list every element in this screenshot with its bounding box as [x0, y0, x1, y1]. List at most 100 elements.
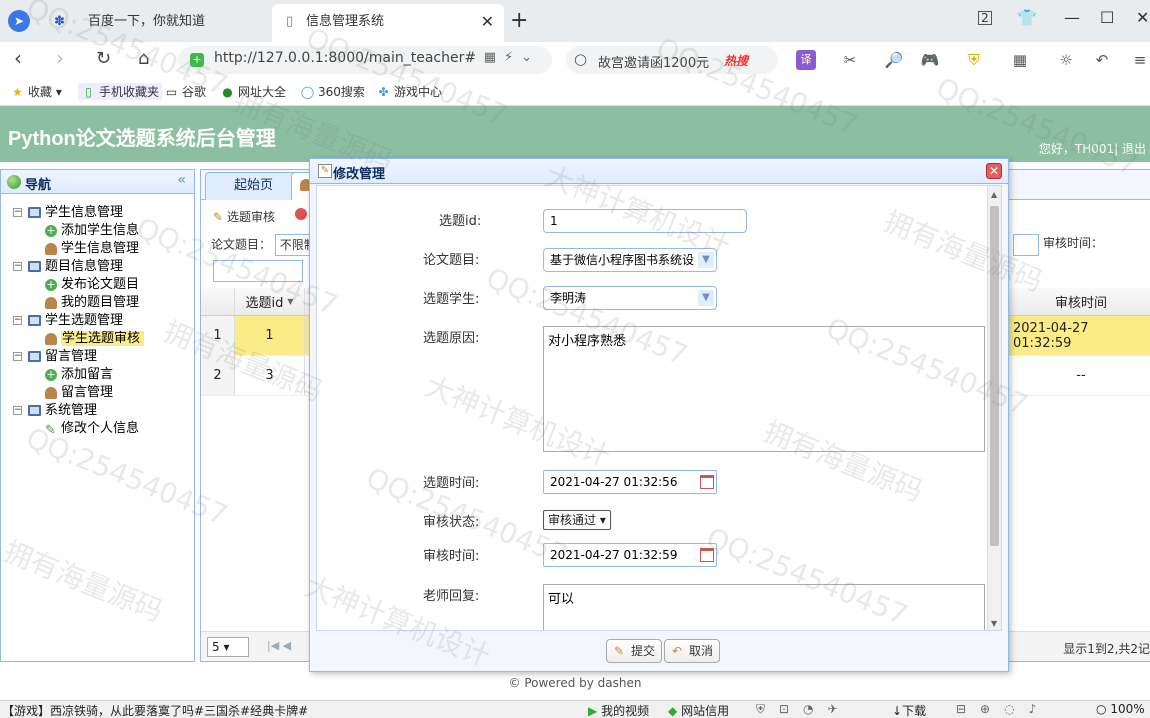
bookmark-mobile[interactable]: ▯ 手机收藏夹	[78, 83, 163, 100]
status-tools-icon[interactable]: ⛨⊡◔✈	[756, 702, 852, 717]
translate-icon[interactable]: 译	[796, 50, 816, 70]
my-video-link[interactable]: ▶ 我的视频	[588, 702, 649, 718]
collapse-toggle-icon[interactable]: −	[13, 352, 22, 361]
tree-group-topics[interactable]: − 题目信息管理	[11, 258, 139, 276]
calendar-icon[interactable]	[700, 475, 714, 489]
audit-time-input[interactable]	[1013, 234, 1039, 256]
status-tools-2-icon[interactable]: ⊟⊕◌♪	[956, 702, 1050, 716]
delete-button[interactable]	[295, 208, 307, 223]
reply-textarea[interactable]: 可以	[543, 584, 985, 630]
reason-label: 选题原因:	[423, 331, 480, 346]
minimize-icon[interactable]: —	[1064, 8, 1080, 27]
close-icon[interactable]: ✕	[986, 163, 1002, 179]
edit-dialog: ✎ 修改管理 ✕ 选题id: 1 论文题目: 基于微信小程序图书系统设 ▼ 选题学…	[309, 158, 1009, 672]
new-tab-icon[interactable]: +	[510, 8, 528, 33]
reason-textarea[interactable]: 对小程序熟悉	[543, 326, 985, 452]
tree-item-add-student[interactable]: + 添加学生信息	[11, 222, 139, 240]
tree-group-selection[interactable]: − 学生选题管理	[11, 312, 139, 330]
calendar-icon[interactable]	[700, 548, 714, 562]
audit-time-input[interactable]: 2021-04-27 01:32:59	[543, 543, 717, 567]
bookmark-google[interactable]: ▭ 谷歌	[164, 83, 206, 100]
search-text[interactable]: 故宫邀请函1200元	[598, 52, 709, 71]
chevron-down-icon[interactable]: ▼	[698, 290, 714, 306]
url-text[interactable]: http://127.0.0.1:8000/main_teacher#	[214, 50, 476, 66]
tree-item-edit-profile[interactable]: ✎ 修改个人信息	[11, 420, 139, 438]
search-box[interactable]: ○ 故宫邀请函1200元 热搜	[566, 46, 778, 74]
bookmark-sites[interactable]: ● 网址大全	[220, 83, 286, 100]
student-select[interactable]: 李明涛 ▼	[543, 286, 717, 310]
cancel-button[interactable]: ↶ 取消	[664, 639, 721, 663]
cell-audit-time: 2021-04-27 01:32:59	[1013, 320, 1089, 351]
maximize-icon[interactable]: ☐	[1100, 8, 1114, 27]
tree-item-add-message[interactable]: + 添加留言	[11, 366, 139, 384]
browser-logo-icon[interactable]: ➤	[8, 10, 30, 32]
tab-home[interactable]: 起始页	[205, 172, 303, 200]
url-bar[interactable]: + http://127.0.0.1:8000/main_teacher# ▦⚡…	[178, 46, 552, 74]
user-icon	[45, 333, 57, 345]
home-icon[interactable]: ⌂	[138, 48, 149, 69]
scissors-icon[interactable]: ✂	[840, 50, 860, 70]
bookmark-favorites[interactable]: ★ 收藏 ▾	[10, 83, 62, 100]
back-icon[interactable]: ‹	[14, 46, 22, 70]
close-icon[interactable]: ✕	[481, 4, 494, 40]
user-greeting[interactable]: 您好，TH001| 退出	[1039, 140, 1146, 157]
collapse-toggle-icon[interactable]: −	[13, 316, 22, 325]
apps-grid-icon[interactable]: ▦	[1010, 50, 1030, 70]
tree-item-manage-students[interactable]: 学生信息管理	[11, 240, 139, 258]
scroll-down-icon[interactable]: ▼	[991, 619, 997, 628]
collapse-toggle-icon[interactable]: −	[13, 406, 22, 415]
status-select[interactable]: 审核通过 ▾	[543, 510, 611, 530]
topic-select[interactable]: 基于微信小程序图书系统设 ▼	[543, 248, 717, 272]
page-size-select[interactable]: 5 ▾	[207, 637, 249, 657]
tree-item-my-topics[interactable]: 我的题目管理	[11, 294, 139, 312]
collapse-icon[interactable]: «	[177, 172, 186, 188]
tree-item-selection-audit[interactable]: 学生选题审核	[11, 330, 179, 348]
bookmark-games[interactable]: ✤ 游戏中心	[376, 83, 442, 100]
tree-item-publish-topic[interactable]: + 发布论文题目	[11, 276, 139, 294]
dialog-header[interactable]: ✎ 修改管理 ✕	[310, 159, 1008, 184]
magnifier-icon[interactable]: 🔎	[884, 50, 904, 70]
filter-row: 论文题目： 不限制	[211, 234, 315, 256]
cell-id: 1	[235, 316, 305, 355]
undo-icon[interactable]: ↶	[1092, 50, 1112, 70]
chevron-down-icon[interactable]: ▼	[698, 252, 714, 268]
first-page-icon[interactable]: |◀ ◀	[267, 639, 291, 652]
scroll-thumb[interactable]	[990, 206, 999, 546]
tree-group-system[interactable]: − 系统管理	[11, 402, 139, 420]
window-close-icon[interactable]: ✕	[1136, 8, 1149, 27]
tree-item-manage-messages[interactable]: 留言管理	[11, 384, 139, 402]
select-time-input[interactable]: 2021-04-27 01:32:56	[543, 470, 717, 494]
site-credit-link[interactable]: ◆ 网站信用	[668, 702, 729, 718]
submit-button[interactable]: ✎ 提交	[606, 639, 663, 663]
reload-icon[interactable]: ↻	[96, 48, 111, 69]
id-input[interactable]: 1	[543, 209, 747, 233]
column-header-audit-time[interactable]: 审核时间	[1013, 288, 1149, 315]
shirt-icon[interactable]: 👕	[1017, 8, 1037, 27]
tab-count-badge[interactable]: 2	[978, 11, 992, 25]
scroll-up-icon[interactable]: ▲	[991, 190, 997, 199]
forward-icon[interactable]: ›	[56, 46, 64, 70]
bookmark-360[interactable]: ◯ 360搜索	[300, 83, 365, 100]
browser-tab-active[interactable]: ▯ 信息管理系统 ✕	[272, 4, 504, 42]
more-icon[interactable]: ≡	[1130, 50, 1150, 70]
column-header-id[interactable]: 选题id ▼	[235, 288, 305, 315]
date-filter-input[interactable]	[213, 260, 303, 282]
row-number: 1	[201, 316, 235, 355]
dialog-scrollbar[interactable]: ▲ ▼	[987, 186, 1001, 630]
audit-button[interactable]: ✎ 选题审核	[213, 208, 275, 225]
dialog-body[interactable]: 选题id: 1 论文题目: 基于微信小程序图书系统设 ▼ 选题学生: 李明涛 ▼ 选…	[316, 185, 1002, 631]
collapse-toggle-icon[interactable]: −	[13, 262, 22, 271]
gamepad-icon[interactable]: 🎮	[920, 50, 940, 70]
collapse-toggle-icon[interactable]: −	[13, 208, 22, 217]
url-tools-icon[interactable]: ▦⚡⌄	[484, 50, 540, 65]
tree-group-students[interactable]: − 学生信息管理	[11, 204, 139, 222]
brightness-icon[interactable]: ☼	[1056, 50, 1076, 70]
tree-group-messages[interactable]: − 留言管理	[11, 348, 139, 366]
download-link[interactable]: ↓下载	[892, 702, 926, 718]
browser-tab-baidu[interactable]: ✽ 百度一下，你就知道	[40, 4, 270, 42]
news-ticker[interactable]: 【游戏】西凉铁骑，从此要落寞了吗#三国杀#经典卡牌#	[2, 702, 308, 718]
zoom-level[interactable]: ○ 100%	[1096, 702, 1145, 716]
user-icon	[45, 387, 57, 399]
shield-badge-icon[interactable]: ⛨	[964, 50, 984, 70]
nav-tree: − 学生信息管理 + 添加学生信息 学生信息管理 − 题目信息管理 + 发布论文题目 我…	[11, 204, 145, 438]
